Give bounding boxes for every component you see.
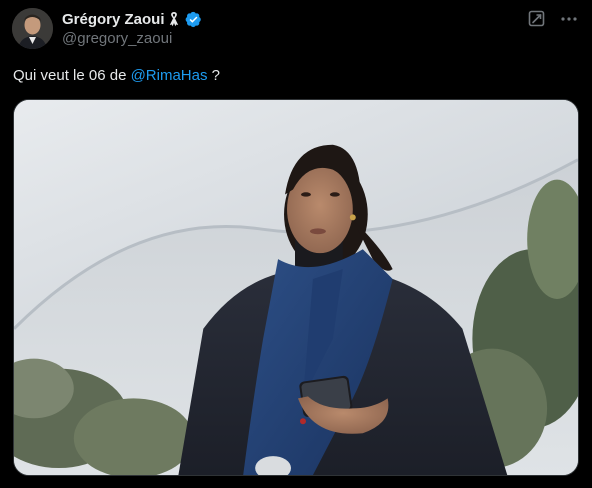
avatar[interactable] xyxy=(12,8,53,49)
more-icon[interactable] xyxy=(560,10,578,28)
tweet-header: Grégory Zaoui @gregory_zaoui xyxy=(62,9,202,47)
tweet-text-after: ? xyxy=(207,67,220,84)
top-actions xyxy=(528,10,578,28)
name-row: Grégory Zaoui xyxy=(62,9,202,29)
tweet-text: Qui veut le 06 de @RimaHas ? xyxy=(13,66,220,86)
photo-image xyxy=(14,100,578,475)
tweet-photo[interactable] xyxy=(13,99,579,476)
display-name[interactable]: Grégory Zaoui xyxy=(62,11,165,28)
grok-icon[interactable] xyxy=(528,10,546,28)
mention-link[interactable]: @RimaHas xyxy=(131,67,208,84)
avatar-image xyxy=(12,8,53,49)
tweet[interactable]: Grégory Zaoui @gregory_zaoui Qui veut le… xyxy=(0,0,592,488)
verified-icon xyxy=(185,11,202,28)
handle[interactable]: @gregory_zaoui xyxy=(62,30,202,47)
ribbon-icon xyxy=(168,11,180,27)
tweet-text-before: Qui veut le 06 de xyxy=(13,67,131,84)
